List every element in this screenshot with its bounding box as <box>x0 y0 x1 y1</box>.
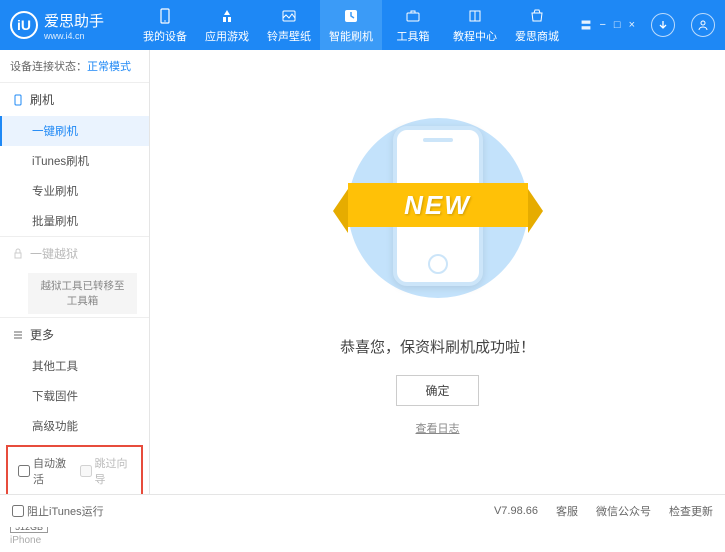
phone-icon <box>12 94 24 106</box>
skip-guide-checkbox[interactable]: 跳过向导 <box>80 455 132 487</box>
phone-icon <box>156 7 174 25</box>
nav-tutorials[interactable]: 教程中心 <box>444 0 506 50</box>
sidebar-item-itunes-flash[interactable]: iTunes刷机 <box>0 146 149 176</box>
jailbreak-note: 越狱工具已转移至工具箱 <box>28 273 137 314</box>
options-highlighted: 自动激活 跳过向导 <box>6 445 143 497</box>
wallpaper-icon <box>280 7 298 25</box>
app-name: 爱思助手 <box>44 10 104 31</box>
nav-flash[interactable]: 智能刷机 <box>320 0 382 50</box>
top-nav: 我的设备 应用游戏 铃声壁纸 智能刷机 工具箱 教程中心 爱思商城 <box>134 0 580 50</box>
version-label: V7.98.66 <box>494 505 538 517</box>
window-controls: 〓 − □ × <box>580 13 715 37</box>
nav-my-device[interactable]: 我的设备 <box>134 0 196 50</box>
view-log-link[interactable]: 查看日志 <box>416 420 460 436</box>
store-icon <box>528 7 546 25</box>
support-link[interactable]: 客服 <box>556 503 578 519</box>
check-update-link[interactable]: 检查更新 <box>669 503 713 519</box>
download-icon[interactable] <box>651 13 675 37</box>
footer: 阻止iTunes运行 V7.98.66 客服 微信公众号 检查更新 <box>0 494 725 527</box>
sidebar-item-pro-flash[interactable]: 专业刷机 <box>0 176 149 206</box>
lock-icon <box>12 248 24 260</box>
sidebar-item-other-tools[interactable]: 其他工具 <box>0 351 149 381</box>
sidebar-section-flash[interactable]: 刷机 <box>0 83 149 116</box>
menu-lines-icon <box>12 329 24 341</box>
main-panel: NEW 恭喜您，保资料刷机成功啦！ 确定 查看日志 <box>150 50 725 494</box>
nav-store[interactable]: 爱思商城 <box>506 0 568 50</box>
sidebar-item-download-firmware[interactable]: 下载固件 <box>0 381 149 411</box>
flash-icon <box>342 7 360 25</box>
minimize-icon[interactable]: − <box>599 19 605 31</box>
sidebar: 设备连接状态：正常模式 刷机 一键刷机 iTunes刷机 专业刷机 批量刷机 一… <box>0 50 150 494</box>
close-icon[interactable]: × <box>629 19 635 31</box>
block-itunes-checkbox[interactable]: 阻止iTunes运行 <box>12 503 104 519</box>
logo-icon: iU <box>10 11 38 39</box>
book-icon <box>466 7 484 25</box>
apps-icon <box>218 7 236 25</box>
maximize-icon[interactable]: □ <box>614 19 621 31</box>
sidebar-item-batch-flash[interactable]: 批量刷机 <box>0 206 149 236</box>
app-logo: iU 爱思助手 www.i4.cn <box>10 10 104 41</box>
nav-ringtones[interactable]: 铃声壁纸 <box>258 0 320 50</box>
nav-apps[interactable]: 应用游戏 <box>196 0 258 50</box>
device-status: 设备连接状态：正常模式 <box>0 50 149 82</box>
sidebar-section-jailbreak: 一键越狱 <box>0 237 149 270</box>
app-url: www.i4.cn <box>44 31 104 41</box>
auto-activate-checkbox[interactable]: 自动激活 <box>18 455 70 487</box>
new-ribbon: NEW <box>348 183 528 227</box>
nav-toolbox[interactable]: 工具箱 <box>382 0 444 50</box>
toolbox-icon <box>404 7 422 25</box>
menu-icon[interactable]: 〓 <box>580 17 591 33</box>
sidebar-section-more[interactable]: 更多 <box>0 318 149 351</box>
sidebar-item-advanced[interactable]: 高级功能 <box>0 411 149 441</box>
ok-button[interactable]: 确定 <box>396 375 478 406</box>
success-illustration: NEW <box>338 108 538 308</box>
success-message: 恭喜您，保资料刷机成功啦！ <box>340 336 535 357</box>
device-type: iPhone <box>10 535 139 546</box>
sidebar-item-oneclick-flash[interactable]: 一键刷机 <box>0 116 149 146</box>
titlebar: iU 爱思助手 www.i4.cn 我的设备 应用游戏 铃声壁纸 智能刷机 工具… <box>0 0 725 50</box>
wechat-link[interactable]: 微信公众号 <box>596 503 651 519</box>
user-icon[interactable] <box>691 13 715 37</box>
